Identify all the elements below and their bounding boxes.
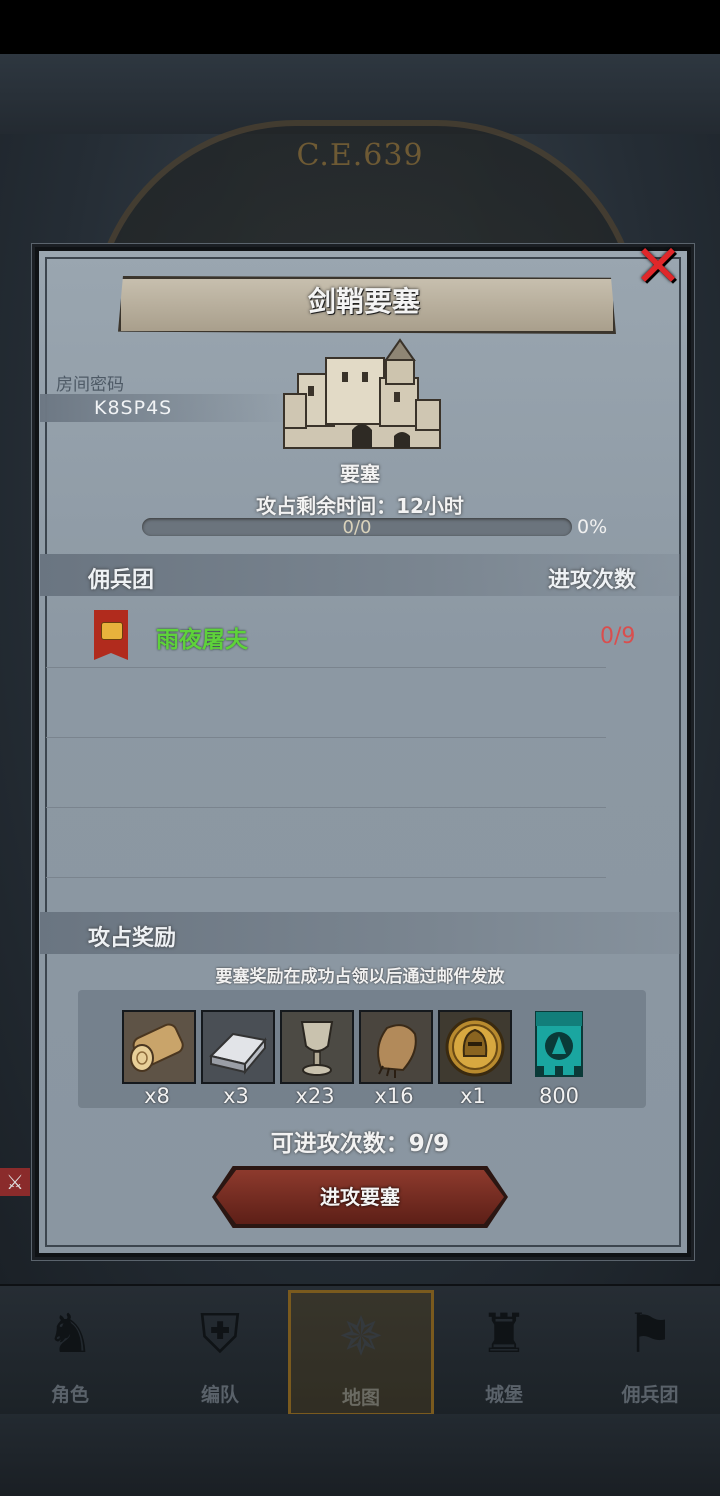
reward-item-guild-points[interactable] <box>532 1010 586 1082</box>
knight-icon: ♞ <box>45 1302 95 1365</box>
attack-count-header: 进攻次数 <box>548 568 637 593</box>
reward-item-fur[interactable] <box>359 1010 433 1084</box>
nav-tab-formation[interactable]: ⛨ 编队 <box>150 1290 290 1410</box>
fort-type-label: 要塞 <box>340 462 380 486</box>
row-divider <box>46 807 606 808</box>
nav-label: 佣兵团 <box>621 1384 679 1406</box>
mercenary-name: 雨夜屠夫 <box>156 627 248 653</box>
attacks-remaining: 可进攻次数：9/9 <box>270 1131 450 1157</box>
wood-log-icon <box>124 1012 194 1082</box>
capture-progress-percent: 0% <box>577 516 608 538</box>
nav-label: 角色 <box>50 1384 89 1406</box>
room-code: K8SP4S <box>94 397 173 419</box>
dialog-title: 剑鞘要塞 <box>307 285 420 318</box>
status-bar <box>0 0 720 54</box>
mercenary-header: 佣兵团 <box>88 568 155 593</box>
mercenary-attack-count: 0/9 <box>600 624 636 649</box>
reward-qty: x3 <box>223 1084 249 1108</box>
nav-label: 编队 <box>200 1384 239 1406</box>
bottom-strip <box>0 1414 720 1496</box>
close-icon[interactable]: ✕ <box>630 237 686 296</box>
era-label: C.E.639 <box>296 138 424 173</box>
nav-tab-character[interactable]: ♞ 角色 <box>0 1290 140 1410</box>
reward-qty: x1 <box>460 1084 486 1108</box>
guild-banner-icon <box>535 1011 583 1077</box>
nav-tab-map[interactable]: ✵ 地图 <box>288 1290 434 1416</box>
row-divider <box>46 737 606 738</box>
reward-item-wood[interactable] <box>122 1010 196 1084</box>
room-code-label: 房间密码 <box>56 375 124 395</box>
reward-qty: 800 <box>538 1084 580 1108</box>
capture-progress-text: 0/0 <box>342 517 372 538</box>
fur-pelt-icon <box>361 1012 431 1082</box>
row-divider <box>46 877 606 878</box>
reward-item-iron[interactable] <box>201 1010 275 1084</box>
fortress-icon <box>283 338 441 449</box>
chest-emblem-icon <box>101 622 123 640</box>
nav-label: 地图 <box>341 1387 380 1409</box>
time-remaining: 攻占剩余时间：12小时 <box>256 494 464 518</box>
mercenary-icon: ⚑ <box>625 1302 675 1365</box>
reward-note: 要塞奖励在成功占领以后通过邮件发放 <box>215 967 505 987</box>
reward-qty: x16 <box>374 1084 414 1108</box>
reward-qty: x8 <box>144 1084 170 1108</box>
formation-icon: ⛨ <box>199 1302 241 1365</box>
row-divider <box>46 667 606 668</box>
nav-tab-castle[interactable]: ♜ 城堡 <box>434 1290 574 1410</box>
nav-label: 城堡 <box>484 1384 523 1406</box>
helmet-medal-icon <box>440 1012 510 1082</box>
side-sword-icon[interactable]: ⚔ <box>0 1168 30 1196</box>
reward-item-goblet[interactable] <box>280 1010 354 1084</box>
castle-icon: ♜ <box>479 1302 529 1365</box>
goblet-icon <box>282 1012 352 1082</box>
compass-icon: ✵ <box>338 1305 384 1368</box>
iron-ingot-icon <box>203 1012 273 1082</box>
attack-button-label[interactable]: 进攻要塞 <box>216 1170 504 1224</box>
reward-qty: x23 <box>295 1084 335 1108</box>
reward-item-medal[interactable] <box>438 1010 512 1084</box>
nav-tab-mercenary[interactable]: ⚑ 佣兵团 <box>580 1290 720 1410</box>
reward-header: 攻占奖励 <box>88 926 177 951</box>
